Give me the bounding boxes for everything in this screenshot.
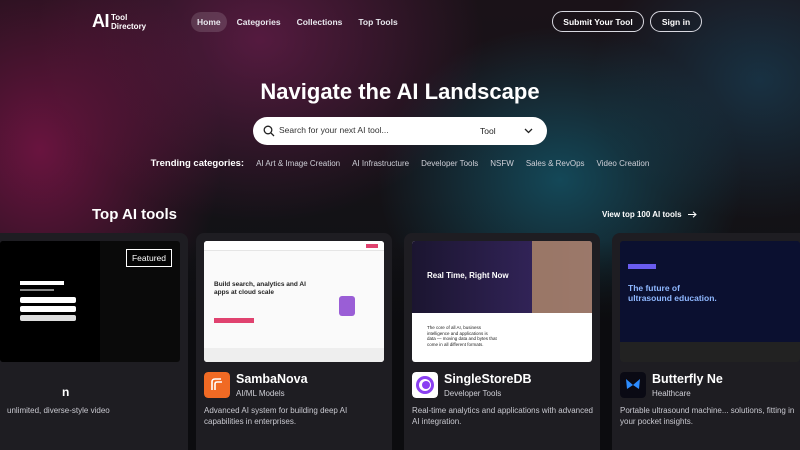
- trending-link[interactable]: NSFW: [490, 159, 514, 169]
- trending-categories: Trending categories: AI Art & Image Crea…: [0, 158, 800, 169]
- tool-screenshot: The future of ultrasound education.: [620, 241, 800, 362]
- trending-label: Trending categories:: [150, 158, 245, 169]
- section-title: Top AI tools: [92, 206, 177, 223]
- thumb-graphic: [339, 296, 355, 316]
- thumb-band: [620, 342, 800, 362]
- nav-home[interactable]: Home: [191, 12, 227, 32]
- sign-in-button[interactable]: Sign in: [650, 11, 702, 32]
- tool-description: Real-time analytics and applications wit…: [412, 406, 593, 426]
- main-nav: Home Categories Collections Top Tools: [191, 12, 404, 32]
- tool-category: AI/ML Models: [236, 389, 285, 398]
- thumb-form-field: [20, 315, 76, 321]
- thumb-cta-button: [214, 318, 254, 323]
- tool-screenshot: Build search, analytics and AI apps at c…: [204, 241, 384, 362]
- tool-description: Advanced AI system for building deep AI …: [204, 406, 348, 426]
- trending-link[interactable]: AI Art & Image Creation: [256, 159, 340, 169]
- singlestore-logo-icon: [412, 372, 438, 398]
- trending-link[interactable]: Developer Tools: [421, 159, 478, 169]
- chevron-down-icon: [524, 128, 533, 134]
- tool-name-fragment: n: [62, 385, 70, 399]
- search-input[interactable]: [279, 125, 469, 135]
- tool-card[interactable]: Featured n unlimited, diverse-style vide…: [0, 233, 188, 450]
- trending-link[interactable]: AI Infrastructure: [352, 159, 409, 169]
- tool-category: Developer Tools: [444, 389, 502, 398]
- tool-card[interactable]: Real Time, Right Now The core of all AI,…: [404, 233, 600, 450]
- tool-name: Butterfly Ne: [652, 372, 723, 386]
- trending-link[interactable]: Video Creation: [597, 159, 650, 169]
- butterfly-logo-icon: [620, 372, 646, 398]
- thumb-headline: The future of ultrasound education.: [628, 283, 717, 303]
- tool-screenshot: Featured: [0, 241, 180, 362]
- thumb-nav-bar: [628, 264, 656, 269]
- tool-name: SambaNova: [236, 372, 308, 386]
- arrow-right-icon: [687, 211, 697, 218]
- view-all-label: View top 100 AI tools: [602, 210, 682, 219]
- search-bar: Tool: [253, 117, 547, 145]
- thumb-photo: [532, 241, 592, 313]
- sambanova-logo-icon: [204, 372, 230, 398]
- tool-description: Portable ultrasound machine... solutions…: [620, 406, 795, 426]
- search-type-value: Tool: [480, 126, 496, 136]
- thumb-form-field: [20, 297, 76, 303]
- tool-description: unlimited, diverse-style video: [7, 406, 110, 415]
- hero-title: Navigate the AI Landscape: [260, 79, 540, 104]
- thumb-form-line: [20, 289, 54, 291]
- thumb-form-heading: [20, 281, 64, 285]
- logo-mark: AI: [92, 11, 110, 31]
- top-header: AI Tool Directory Home Categories Collec…: [0, 0, 800, 44]
- trending-link[interactable]: Sales & RevOps: [526, 159, 585, 169]
- thumb-headline: Build search, analytics and AI apps at c…: [214, 281, 306, 296]
- tool-screenshot: Real Time, Right Now The core of all AI,…: [412, 241, 592, 362]
- tool-card[interactable]: Build search, analytics and AI apps at c…: [196, 233, 392, 450]
- nav-top-tools[interactable]: Top Tools: [352, 12, 403, 32]
- submit-tool-button[interactable]: Submit Your Tool: [552, 11, 644, 32]
- tool-card[interactable]: The future of ultrasound education. Butt…: [612, 233, 800, 450]
- thumb-form-field: [20, 306, 76, 312]
- nav-categories[interactable]: Categories: [231, 12, 287, 32]
- site-logo[interactable]: AI Tool Directory: [92, 11, 146, 32]
- tool-category: Healthcare: [652, 389, 691, 398]
- tool-name: SingleStoreDB: [444, 372, 532, 386]
- nav-collections[interactable]: Collections: [291, 12, 349, 32]
- search-type-select[interactable]: Tool: [480, 126, 533, 136]
- thumb-cta-button: [366, 244, 378, 248]
- view-all-link[interactable]: View top 100 AI tools: [602, 210, 697, 219]
- featured-badge: Featured: [125, 249, 172, 267]
- thumb-form: [20, 281, 80, 331]
- thumb-headline: Real Time, Right Now: [427, 271, 509, 280]
- logo-line-2: Directory: [111, 21, 147, 31]
- logo-text: Tool Directory: [111, 13, 146, 31]
- thumb-nav-bar: [204, 241, 384, 251]
- logo-line-1: Tool: [111, 12, 128, 22]
- thumb-subtext: The core of all AI, business intelligenc…: [427, 325, 497, 347]
- thumb-footer: [204, 348, 384, 362]
- search-icon: [263, 125, 275, 137]
